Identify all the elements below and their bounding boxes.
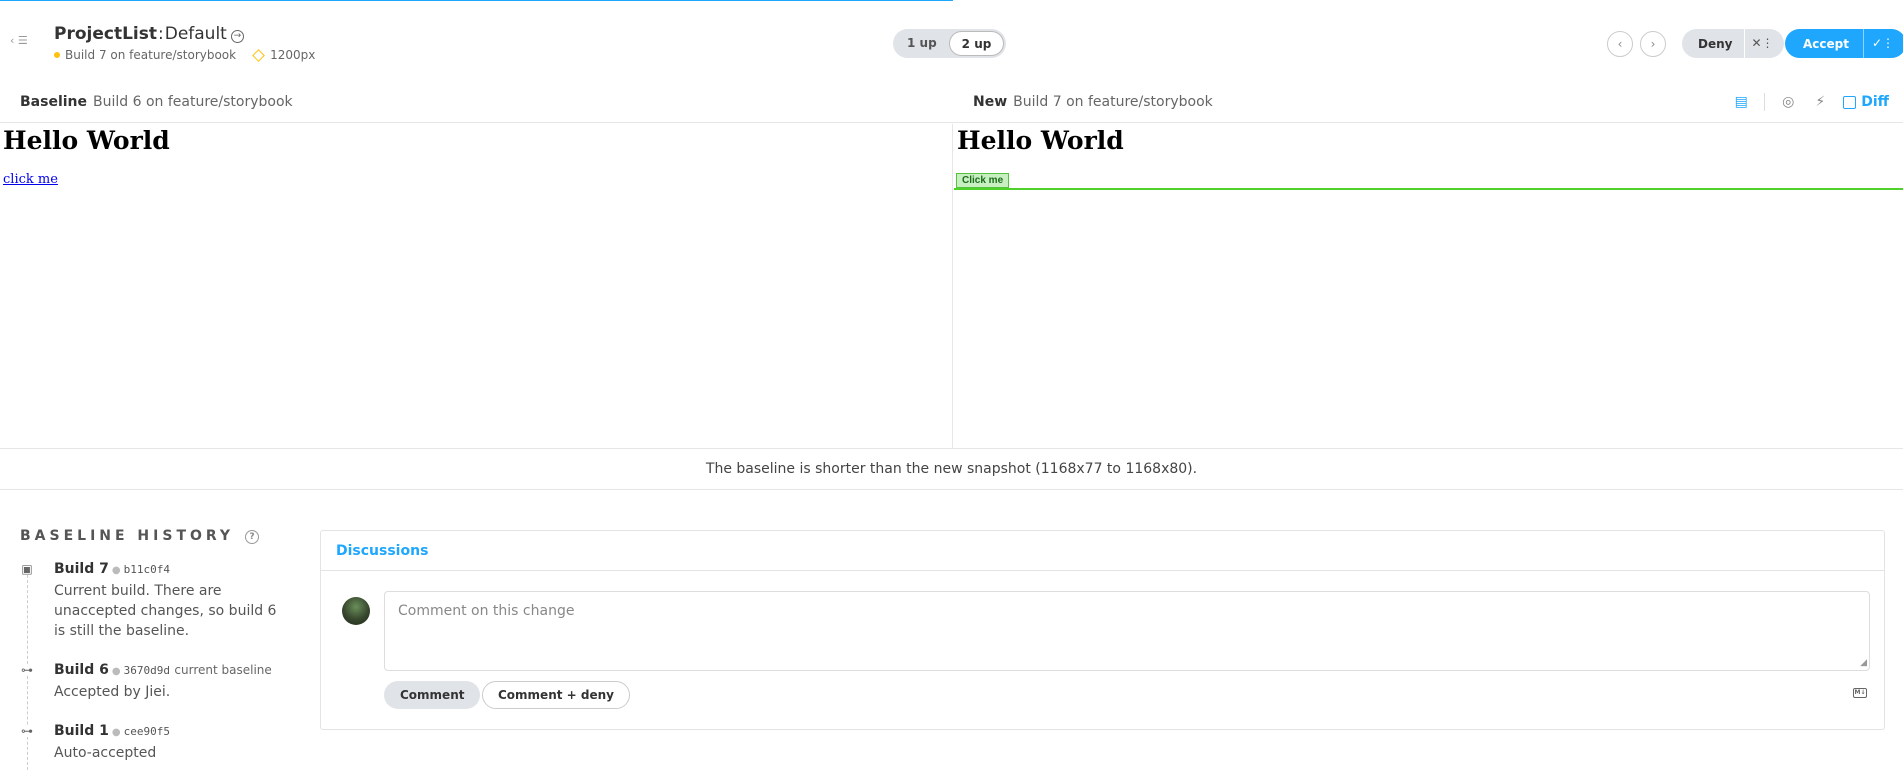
discussions-panel: Discussions Comment on this change ◢ Com…: [320, 530, 1885, 730]
markdown-icon: M↓: [1853, 688, 1867, 698]
build-info: Build 7 on feature/storybook 1200px: [54, 48, 315, 62]
comment-button[interactable]: Comment: [384, 681, 481, 709]
view-2up-option[interactable]: 2 up: [948, 31, 1005, 56]
review-header: ‹ ☰ ProjectList:Default → Build 7 on feat…: [0, 0, 1903, 85]
next-arrow-icon[interactable]: ›: [1640, 31, 1666, 57]
baseline-history-title: BASELINE HISTORY ?: [20, 528, 259, 544]
comment-input[interactable]: Comment on this change ◢: [384, 591, 1870, 671]
diff-icon: [1843, 95, 1857, 109]
comment-deny-button[interactable]: Comment + deny: [482, 681, 630, 709]
history-item: Build 1 ● cee90f5 Auto-accepted: [54, 721, 284, 763]
deny-button[interactable]: Deny: [1682, 37, 1744, 51]
viewport-info: 1200px: [252, 48, 316, 62]
current-build-icon: ▣: [21, 562, 33, 576]
discussions-title: Discussions: [321, 531, 1884, 571]
accept-batch-icon[interactable]: ✓⋮: [1862, 29, 1903, 58]
new-click-button: Click me: [956, 173, 1010, 188]
strobe-off-icon[interactable]: ⚡: [1811, 93, 1829, 111]
history-item: Build 7 ● b11c0f4 Current build. There are…: [54, 559, 284, 641]
deny-button-group: Deny ✕⋮: [1682, 29, 1784, 58]
baseline-label: Baseline Build 6 on feature/storybook: [20, 94, 293, 110]
baseline-snapshot: Hello World click me: [0, 124, 953, 448]
status-dot: [54, 52, 60, 58]
current-baseline-tag: current baseline: [174, 663, 272, 677]
help-icon[interactable]: ?: [244, 530, 259, 544]
view-mode-toggle: 1 up 2 up: [893, 29, 1007, 58]
comments-icon[interactable]: ▤: [1732, 93, 1750, 111]
accept-button-group: Accept ✓⋮: [1785, 29, 1903, 58]
new-label: New Build 7 on feature/storybook: [973, 94, 1213, 110]
commit-node-icon: ⊶: [21, 724, 33, 738]
new-heading: Hello World: [957, 126, 1124, 155]
accept-button[interactable]: Accept: [1785, 37, 1863, 51]
story-name: Default: [164, 24, 227, 44]
snapshot-tools: ▤ ◎ ⚡ Diff: [1732, 93, 1889, 111]
tools-divider: [1764, 93, 1766, 111]
previous-arrow-icon[interactable]: ‹: [1607, 31, 1633, 57]
history-item: Build 6 ● 3670d9d current baseline Accepte…: [54, 660, 284, 702]
viewport-diamond-icon: [252, 48, 265, 62]
size-notice: The baseline is shorter than the new sna…: [0, 448, 1903, 490]
page-title: ProjectList:Default →: [54, 24, 244, 44]
viewport-size: 1200px: [270, 48, 316, 62]
baseline-link: click me: [3, 172, 58, 187]
component-name: ProjectList: [54, 24, 157, 44]
comparison-bar: Baseline Build 6 on feature/storybook New…: [0, 85, 1903, 123]
deny-batch-icon[interactable]: ✕⋮: [1744, 29, 1783, 58]
history-description: Auto-accepted: [54, 745, 157, 761]
build-text: Build 7 on feature/storybook: [65, 48, 237, 62]
history-description: Accepted by Jiei.: [54, 684, 171, 700]
view-1up-option[interactable]: 1 up: [895, 31, 949, 56]
resize-handle-icon[interactable]: ◢: [1860, 658, 1867, 668]
diff-highlight-line: [954, 188, 1903, 190]
open-story-icon[interactable]: →: [230, 30, 244, 43]
diff-toggle-button[interactable]: Diff: [1843, 94, 1889, 110]
baseline-heading: Hello World: [3, 126, 170, 155]
new-snapshot: Hello World Click me: [954, 124, 1903, 448]
avatar: [342, 597, 370, 625]
focus-crosshair-icon[interactable]: ◎: [1779, 93, 1797, 111]
history-description: Current build. There are unaccepted chan…: [54, 583, 277, 639]
back-list-icon[interactable]: ‹ ☰: [10, 34, 28, 47]
commit-node-icon: ⊶: [21, 663, 33, 677]
